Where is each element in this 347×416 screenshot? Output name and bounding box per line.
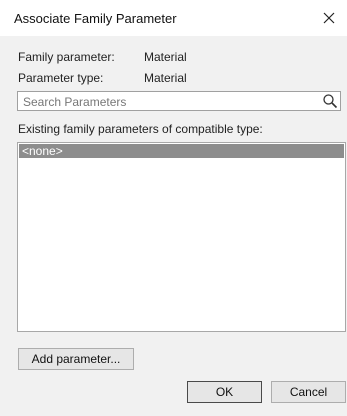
search-input[interactable]	[21, 93, 315, 111]
dialog-title: Associate Family Parameter	[14, 11, 177, 26]
parameter-type-value: Material	[144, 71, 187, 85]
search-icon[interactable]	[322, 93, 338, 109]
close-icon	[323, 12, 335, 24]
family-parameter-value: Material	[144, 50, 187, 64]
family-parameter-label: Family parameter:	[18, 50, 115, 64]
existing-parameters-label: Existing family parameters of compatible…	[18, 122, 263, 136]
list-item[interactable]: <none>	[19, 144, 344, 158]
add-parameter-button[interactable]: Add parameter...	[18, 348, 134, 370]
parameters-listbox[interactable]: <none>	[17, 142, 346, 332]
parameter-type-label: Parameter type:	[18, 71, 104, 85]
title-bar: Associate Family Parameter	[0, 0, 347, 36]
search-box	[17, 91, 341, 111]
associate-family-parameter-dialog: Associate Family Parameter Family parame…	[0, 0, 347, 416]
cancel-button[interactable]: Cancel	[271, 381, 346, 403]
close-button[interactable]	[317, 6, 341, 30]
ok-button[interactable]: OK	[187, 381, 262, 403]
